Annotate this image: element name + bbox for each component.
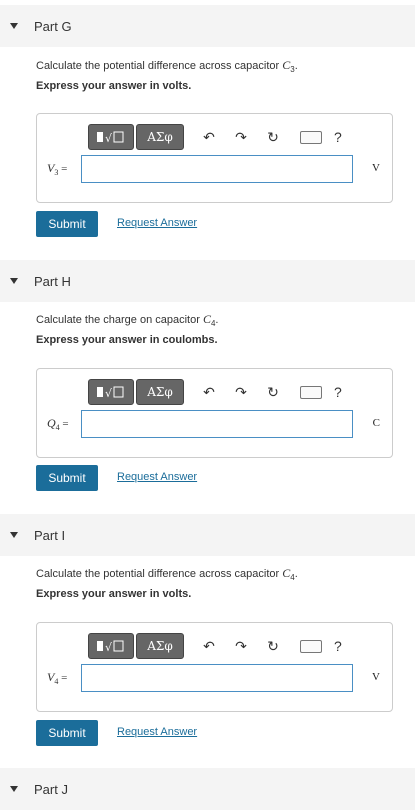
unit-label: V: [372, 162, 380, 174]
answer-instructions: Express your answer in volts.: [36, 588, 192, 600]
math-toolbar: √ ΑΣφ ↶ ↷ ↻ ?: [88, 379, 342, 405]
answer-input[interactable]: [81, 410, 353, 438]
question-prompt: Calculate the charge on capacitor C4.: [36, 312, 219, 329]
answer-instructions: Express your answer in coulombs.: [36, 334, 218, 346]
templates-button[interactable]: √: [88, 379, 134, 405]
submit-button[interactable]: Submit: [36, 211, 98, 237]
help-button[interactable]: ?: [334, 638, 342, 654]
templates-button[interactable]: √: [88, 124, 134, 150]
part-g-header[interactable]: Part G: [0, 5, 415, 47]
part-title: Part G: [34, 18, 72, 34]
templates-button[interactable]: √: [88, 633, 134, 659]
part-title: Part J: [34, 781, 68, 797]
part-title: Part I: [34, 527, 66, 543]
math-toolbar: √ ΑΣφ ↶ ↷ ↻ ?: [88, 124, 342, 150]
answer-box: √ ΑΣφ ↶ ↷ ↻ ? V4 = V: [36, 622, 393, 712]
submit-button[interactable]: Submit: [36, 465, 98, 491]
variable-label: Q4 =: [47, 416, 69, 433]
request-answer-link[interactable]: Request Answer: [117, 726, 197, 738]
fraction-sqrt-icon: √: [97, 131, 124, 145]
greek-symbols-button[interactable]: ΑΣφ: [136, 379, 184, 405]
part-i-header[interactable]: Part I: [0, 514, 415, 556]
part-title: Part H: [34, 273, 71, 289]
unit-label: V: [372, 671, 380, 683]
reset-icon[interactable]: ↻: [264, 637, 282, 655]
redo-icon[interactable]: ↷: [232, 637, 250, 655]
undo-icon[interactable]: ↶: [200, 637, 218, 655]
svg-text:√: √: [105, 641, 113, 654]
greek-symbols-button[interactable]: ΑΣφ: [136, 633, 184, 659]
part-h-header[interactable]: Part H: [0, 260, 415, 302]
redo-icon[interactable]: ↷: [232, 383, 250, 401]
request-answer-link[interactable]: Request Answer: [117, 217, 197, 229]
variable-label: V3 =: [47, 161, 68, 178]
part-j-header[interactable]: Part J: [0, 768, 415, 810]
math-toolbar: √ ΑΣφ ↶ ↷ ↻ ?: [88, 633, 342, 659]
answer-box: √ ΑΣφ ↶ ↷ ↻ ? Q4 = C: [36, 368, 393, 458]
keyboard-icon[interactable]: [300, 130, 322, 144]
reset-icon[interactable]: ↻: [264, 128, 282, 146]
question-prompt: Calculate the potential difference acros…: [36, 566, 298, 583]
redo-icon[interactable]: ↷: [232, 128, 250, 146]
undo-icon[interactable]: ↶: [200, 383, 218, 401]
reset-icon[interactable]: ↻: [264, 383, 282, 401]
unit-label: C: [372, 417, 380, 429]
fraction-sqrt-icon: √: [97, 386, 124, 400]
answer-input[interactable]: [81, 155, 353, 183]
collapse-triangle-icon[interactable]: [10, 786, 18, 792]
answer-input[interactable]: [81, 664, 353, 692]
keyboard-icon[interactable]: [300, 385, 322, 399]
svg-text:√: √: [105, 132, 113, 145]
question-prompt: Calculate the potential difference acros…: [36, 58, 298, 75]
help-button[interactable]: ?: [334, 384, 342, 400]
svg-text:√: √: [105, 387, 113, 400]
variable-label: V4 =: [47, 670, 68, 687]
undo-icon[interactable]: ↶: [200, 128, 218, 146]
collapse-triangle-icon[interactable]: [10, 532, 18, 538]
submit-button[interactable]: Submit: [36, 720, 98, 746]
greek-symbols-button[interactable]: ΑΣφ: [136, 124, 184, 150]
answer-box: √ ΑΣφ ↶ ↷ ↻ ? V3 = V: [36, 113, 393, 203]
help-button[interactable]: ?: [334, 129, 342, 145]
request-answer-link[interactable]: Request Answer: [117, 471, 197, 483]
collapse-triangle-icon[interactable]: [10, 278, 18, 284]
fraction-sqrt-icon: √: [97, 640, 124, 654]
answer-instructions: Express your answer in volts.: [36, 80, 192, 92]
collapse-triangle-icon[interactable]: [10, 23, 18, 29]
keyboard-icon[interactable]: [300, 639, 322, 653]
